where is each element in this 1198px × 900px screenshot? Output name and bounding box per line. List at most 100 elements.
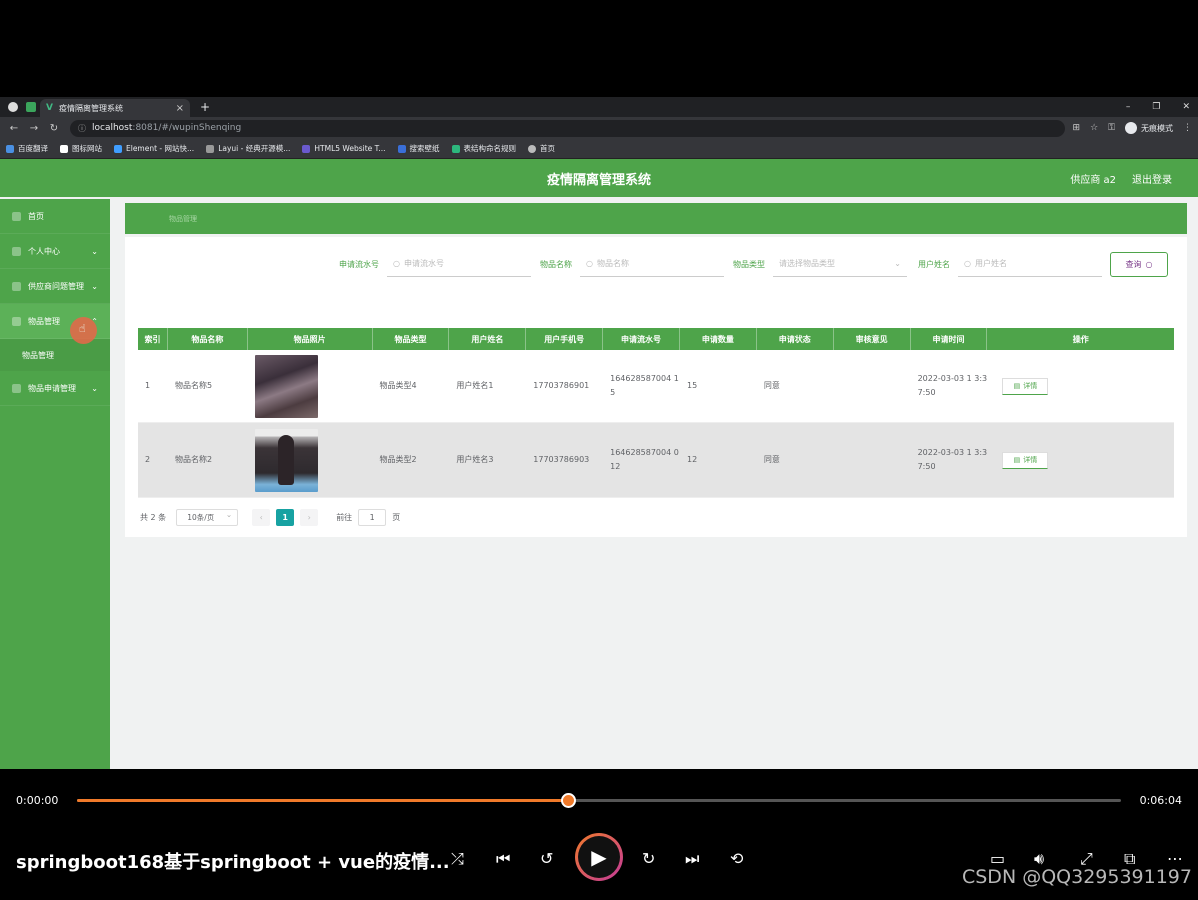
goto-label: 前往: [336, 512, 353, 522]
user-input[interactable]: ○ 用户姓名: [958, 251, 1102, 277]
browser-window: V 疫情隔离管理系统 × + – ❐ ✕ ← → ↻ ⓘ localhost:8…: [0, 97, 1198, 769]
prev-page-button[interactable]: ‹: [252, 508, 271, 526]
sidebar-item-home[interactable]: 首页: [0, 199, 110, 234]
bookmark-item[interactable]: Layui - 经典开源模...: [206, 143, 290, 154]
column-header: 用户姓名: [449, 328, 527, 350]
goto-input[interactable]: 1: [358, 508, 387, 526]
type-select[interactable]: 请选择物品类型 ⌄: [773, 251, 907, 277]
item-photo[interactable]: [254, 428, 318, 492]
cell-review: [834, 423, 911, 497]
sidebar-item-label: 物品管理: [28, 316, 60, 326]
key-icon[interactable]: ⚿: [1108, 123, 1115, 133]
table-row: 1 物品名称5 物品类型4 用户姓名1 17703786901 16462858…: [138, 350, 1174, 423]
cell-status: 同意: [763, 381, 780, 390]
bookmark-item[interactable]: 搜索壁纸: [397, 143, 440, 154]
column-header: 申请数量: [680, 328, 757, 350]
bookmark-item[interactable]: 百度翻译: [6, 143, 48, 154]
app-title: 疫情隔离管理系统: [546, 172, 651, 188]
bookmark-star-icon[interactable]: ☆: [1090, 123, 1098, 133]
cell-name: 物品名称2: [174, 455, 213, 464]
cell-photo: [248, 423, 373, 497]
bookmark-item[interactable]: HTML5 Website T...: [302, 144, 386, 153]
bookmark-icon: [114, 144, 122, 153]
sidebar-item-label: 首页: [28, 211, 44, 221]
forward-30-icon[interactable]: ↻: [642, 849, 655, 868]
letterbox-top: [0, 0, 1198, 97]
cell-phone: 17703786903: [533, 455, 590, 464]
new-tab-icon[interactable]: +: [200, 100, 210, 114]
cell-qty: 15: [686, 381, 698, 390]
next-page-button[interactable]: ›: [300, 508, 319, 526]
close-window-icon[interactable]: ✕: [1182, 102, 1190, 112]
incognito-badge[interactable]: 无痕模式: [1125, 122, 1173, 134]
browser-tab[interactable]: V 疫情隔离管理系统 ×: [40, 99, 190, 117]
serial-label: 申请流水号: [339, 259, 379, 269]
bookmark-item[interactable]: 图标网站: [60, 143, 102, 154]
chrome-icon[interactable]: [8, 102, 18, 112]
play-button[interactable]: ▶: [575, 833, 623, 881]
minimize-icon[interactable]: –: [1126, 102, 1131, 112]
url-path: :8081/#/wupinShenqing: [132, 123, 242, 133]
page-size-select[interactable]: 10条/页: [176, 508, 239, 526]
user-icon: [12, 246, 21, 256]
cell-actions: ▤ 详情: [987, 423, 1174, 497]
logout-link[interactable]: 退出登录: [1132, 171, 1172, 186]
detail-button[interactable]: ▤ 详情: [1002, 451, 1049, 469]
bookmark-item[interactable]: 首页: [528, 143, 555, 154]
bookmark-item[interactable]: Element - 网站快...: [114, 143, 194, 154]
query-button[interactable]: 查询 ○: [1110, 252, 1168, 277]
user-label: 用户姓名: [918, 259, 950, 269]
column-header: 物品类型: [373, 328, 450, 350]
app-root: 疫情隔离管理系统 供应商 a2 退出登录 首页 个人中心 ⌄ 供应商问题管理 ⌄: [0, 159, 1198, 769]
name-label: 物品名称: [540, 259, 572, 269]
cell-user: 用户姓名1: [456, 381, 494, 390]
cell-serial: 164628587004 15: [610, 374, 679, 397]
cell-photo: [248, 350, 373, 422]
pinned-tab-icon[interactable]: [26, 102, 36, 112]
home-icon: [12, 211, 21, 221]
sidebar-subitem-goods[interactable]: 物品管理: [0, 339, 110, 371]
bookmark-icon: [528, 144, 537, 153]
main-content: 物品管理 申请流水号 ○ 申请流水号 物品名称 ○ 物品名称 物品类型 请选择物品类…: [110, 199, 1198, 769]
repeat-icon[interactable]: ⟲: [730, 849, 743, 868]
info-icon[interactable]: ⓘ: [78, 123, 86, 134]
seek-handle[interactable]: [560, 793, 576, 808]
back-icon[interactable]: ←: [6, 123, 22, 134]
bookmark-icon: [397, 144, 406, 153]
sidebar-item-goods-application[interactable]: 物品申请管理 ⌄: [0, 371, 110, 406]
rewind-10-icon[interactable]: ↺: [540, 849, 553, 868]
current-time: 0:00:00: [16, 794, 59, 807]
data-table: 索引 物品名称 物品照片 物品类型 用户姓名 用户手机号 申请流水号 申请数量 …: [138, 328, 1174, 498]
cell-review: [834, 350, 911, 422]
menu-dots-icon[interactable]: ⋮: [1183, 123, 1192, 133]
document-icon: ▤: [1013, 456, 1021, 464]
serial-input[interactable]: ○ 申请流水号: [387, 251, 531, 277]
detail-button[interactable]: ▤ 详情: [1002, 377, 1049, 395]
url-field[interactable]: ⓘ localhost:8081/#/wupinShenqing: [70, 119, 1065, 137]
previous-icon[interactable]: ⏮: [496, 849, 510, 869]
bookmark-item[interactable]: 表结构命名规则: [451, 143, 516, 154]
page-number-button[interactable]: 1: [276, 508, 295, 526]
item-photo[interactable]: [254, 354, 318, 418]
search-icon: ○: [393, 259, 400, 268]
translate-icon[interactable]: ⊞: [1073, 123, 1081, 133]
cell-phone: 17703786901: [533, 381, 590, 390]
shuffle-icon[interactable]: ⤮: [451, 849, 464, 869]
cell-status: 同意: [763, 455, 780, 464]
next-icon[interactable]: ⏭: [685, 849, 699, 869]
content-panel: 申请流水号 ○ 申请流水号 物品名称 ○ 物品名称 物品类型 请选择物品类型 ⌄ 用户…: [125, 237, 1187, 537]
name-input[interactable]: ○ 物品名称: [580, 251, 724, 277]
cell-name: 物品名称5: [174, 381, 213, 390]
restore-icon[interactable]: ❐: [1152, 102, 1160, 112]
table-row: 2 物品名称2 物品类型2 用户姓名3 17703786903 16462858…: [138, 423, 1174, 498]
forward-icon[interactable]: →: [26, 123, 42, 134]
sidebar-item-profile[interactable]: 个人中心 ⌄: [0, 234, 110, 269]
reload-icon[interactable]: ↻: [46, 123, 62, 134]
seek-bar[interactable]: [77, 799, 1121, 802]
close-tab-icon[interactable]: ×: [176, 103, 184, 114]
bookmark-icon: [302, 144, 311, 153]
sidebar-item-supplier-issues[interactable]: 供应商问题管理 ⌄: [0, 269, 110, 304]
serial-search-field: 申请流水号 ○ 申请流水号: [339, 251, 531, 277]
page-unit-label: 页: [392, 512, 401, 522]
breadcrumb-item[interactable]: 物品管理: [169, 215, 197, 223]
